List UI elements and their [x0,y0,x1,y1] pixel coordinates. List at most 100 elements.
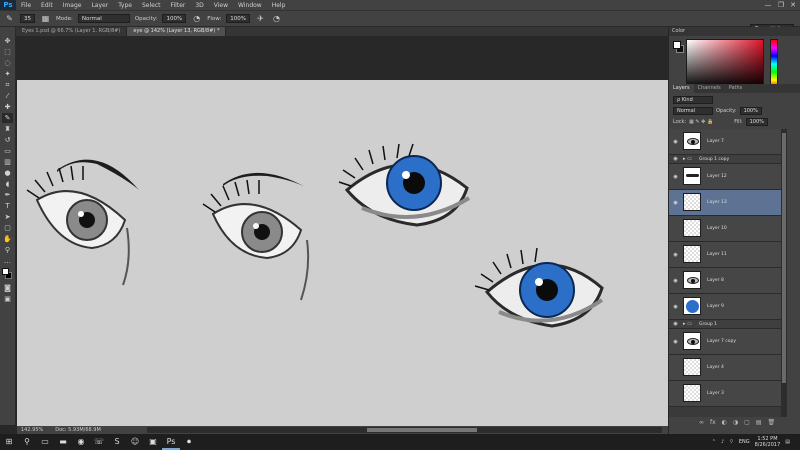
folder-icon[interactable]: ▸ ▭ [683,156,692,162]
healing-brush-tool-icon[interactable]: ✚ [2,102,13,112]
layers-scrollbar[interactable] [781,129,787,417]
tab-channels[interactable]: Channels [694,84,725,93]
layers-footer-icon[interactable]: ▢ [744,419,750,426]
viber-icon[interactable]: ☏ [90,434,108,450]
more-tools-icon[interactable]: … [2,256,13,266]
layer-row[interactable]: ◉ Layer 7 copy [669,329,782,355]
file-explorer-icon[interactable]: ▬ [54,434,72,450]
eye-icon[interactable]: ◉ [672,278,679,284]
task-view-icon[interactable]: ▭ [36,434,54,450]
layer-thumbnail[interactable] [683,297,701,315]
rectangle-tool-icon[interactable]: ▢ [2,223,13,233]
zoom-tool-icon[interactable]: ⚲ [2,245,13,255]
move-tool-icon[interactable]: ✥ [2,36,13,46]
eye-icon[interactable]: ◉ [672,252,679,258]
pressure-opacity-icon[interactable]: ◔ [191,13,202,24]
menu-help[interactable]: Help [267,2,291,9]
eraser-tool-icon[interactable]: ▭ [2,146,13,156]
opacity-field[interactable]: 100% [162,14,187,23]
tray-arrow-icon[interactable]: ⌃ [712,439,716,445]
screen-mode-icon[interactable]: ▣ [2,294,13,304]
hue-slider[interactable] [770,39,778,89]
horizontal-scroll-thumb[interactable] [367,428,477,432]
layer-thumbnail[interactable] [683,332,701,350]
layer-thumbnail[interactable] [683,219,701,237]
network-icon[interactable]: ⌔ [729,439,734,445]
layer-thumbnail[interactable] [683,245,701,263]
search-icon[interactable]: ⚲ [18,434,36,450]
chrome-icon[interactable]: ◉ [72,434,90,450]
menu-view[interactable]: View [209,2,233,9]
layer-row[interactable]: ◉ Layer 13 [669,190,782,216]
notifications-icon[interactable]: ▤ [785,439,790,445]
layer-thumbnail[interactable] [683,167,701,185]
brush-panel-icon[interactable]: ▦ [40,13,51,24]
layers-footer-icon[interactable]: ∞ [699,419,704,426]
menu-image[interactable]: Image [58,2,87,9]
eye-icon[interactable]: ◉ [672,321,679,327]
lasso-tool-icon[interactable]: ◌ [2,58,13,68]
quick-mask-icon[interactable]: ◙ [2,283,13,293]
clone-stamp-tool-icon[interactable]: ♜ [2,124,13,134]
flow-field[interactable]: 100% [226,14,251,23]
menu-3d[interactable]: 3D [190,2,208,9]
blend-mode-select[interactable]: Normal [673,106,713,115]
layer-opacity-field[interactable]: 100% [739,106,762,115]
tab-layers[interactable]: Layers [669,84,694,93]
layers-footer-icon[interactable]: ◐ [722,419,727,426]
marquee-tool-icon[interactable]: ⬚ [2,47,13,57]
mode-select[interactable]: Normal [77,14,130,23]
pen-tool-icon[interactable]: ✒ [2,190,13,200]
magic-wand-tool-icon[interactable]: ✦ [2,69,13,79]
emoji-app-icon[interactable]: ☺ [126,434,144,450]
layer-group-row[interactable]: ◉ ▸ ▭ Group 1 [669,320,782,329]
zoom-level[interactable]: 142.95% [21,427,43,433]
layer-row[interactable]: ◉ Layer 12 [669,164,782,190]
layer-row[interactable]: ◉ Layer 9 [669,294,782,320]
eye-icon[interactable]: ◉ [672,339,679,345]
layers-footer-icon[interactable]: ▤ [756,419,762,426]
layers-footer-icon[interactable]: fx [710,419,716,426]
close-button[interactable]: ✕ [787,0,799,10]
layer-row[interactable]: Layer 3 [669,381,782,407]
layer-thumbnail[interactable] [683,271,701,289]
layer-row[interactable]: Layer 10 [669,216,782,242]
layer-row[interactable]: ◉ Layer 11 [669,242,782,268]
eye-icon[interactable]: ◉ [672,304,679,310]
layer-thumbnail[interactable] [683,193,701,211]
layer-thumbnail[interactable] [683,358,701,376]
eye-icon[interactable]: ◉ [672,200,679,206]
layers-footer-icon[interactable]: ◑ [733,419,738,426]
color-panel-title[interactable]: Color [669,27,800,36]
path-selection-tool-icon[interactable]: ➤ [2,212,13,222]
gradient-tool-icon[interactable]: ▥ [2,157,13,167]
history-brush-tool-icon[interactable]: ↺ [2,135,13,145]
folder-icon[interactable]: ▸ ▭ [683,321,692,327]
menu-select[interactable]: Select [137,2,166,9]
panel-foreground-swatch[interactable] [673,41,681,49]
layer-row[interactable]: ◉ Layer 8 [669,268,782,294]
windows-start-icon[interactable]: ⊞ [0,434,18,450]
horizontal-scrollbar[interactable] [147,427,662,433]
clock[interactable]: 1:52 PM 8/26/2017 [755,436,781,448]
menu-edit[interactable]: Edit [36,2,58,9]
color-picker-field[interactable] [686,39,764,89]
brush-size-picker[interactable]: 35 [20,14,35,23]
canvas[interactable] [17,80,668,426]
layers-footer-icon[interactable]: 🗑 [768,419,776,426]
menu-layer[interactable]: Layer [86,2,113,9]
eye-icon[interactable]: ◉ [672,174,679,180]
layer-row[interactable]: ◉ Layer 7 [669,129,782,155]
eyedropper-tool-icon[interactable]: ⁄ [2,91,13,101]
app-icon[interactable]: ▣ [144,434,162,450]
layers-scroll-thumb[interactable] [782,133,786,383]
lock-icons[interactable]: ▦ ✎ ✥ 🔒 [689,119,713,125]
blur-tool-icon[interactable]: ● [2,168,13,178]
skype-icon[interactable]: S [108,434,126,450]
layer-group-row[interactable]: ◉ ▸ ▭ Group 1 copy [669,155,782,164]
layer-filter-kind[interactable]: ρ Kind [673,95,713,104]
menu-filter[interactable]: Filter [166,2,191,9]
menu-type[interactable]: Type [113,2,137,9]
menu-file[interactable]: File [16,2,36,9]
layer-row[interactable]: Layer 4 [669,355,782,381]
